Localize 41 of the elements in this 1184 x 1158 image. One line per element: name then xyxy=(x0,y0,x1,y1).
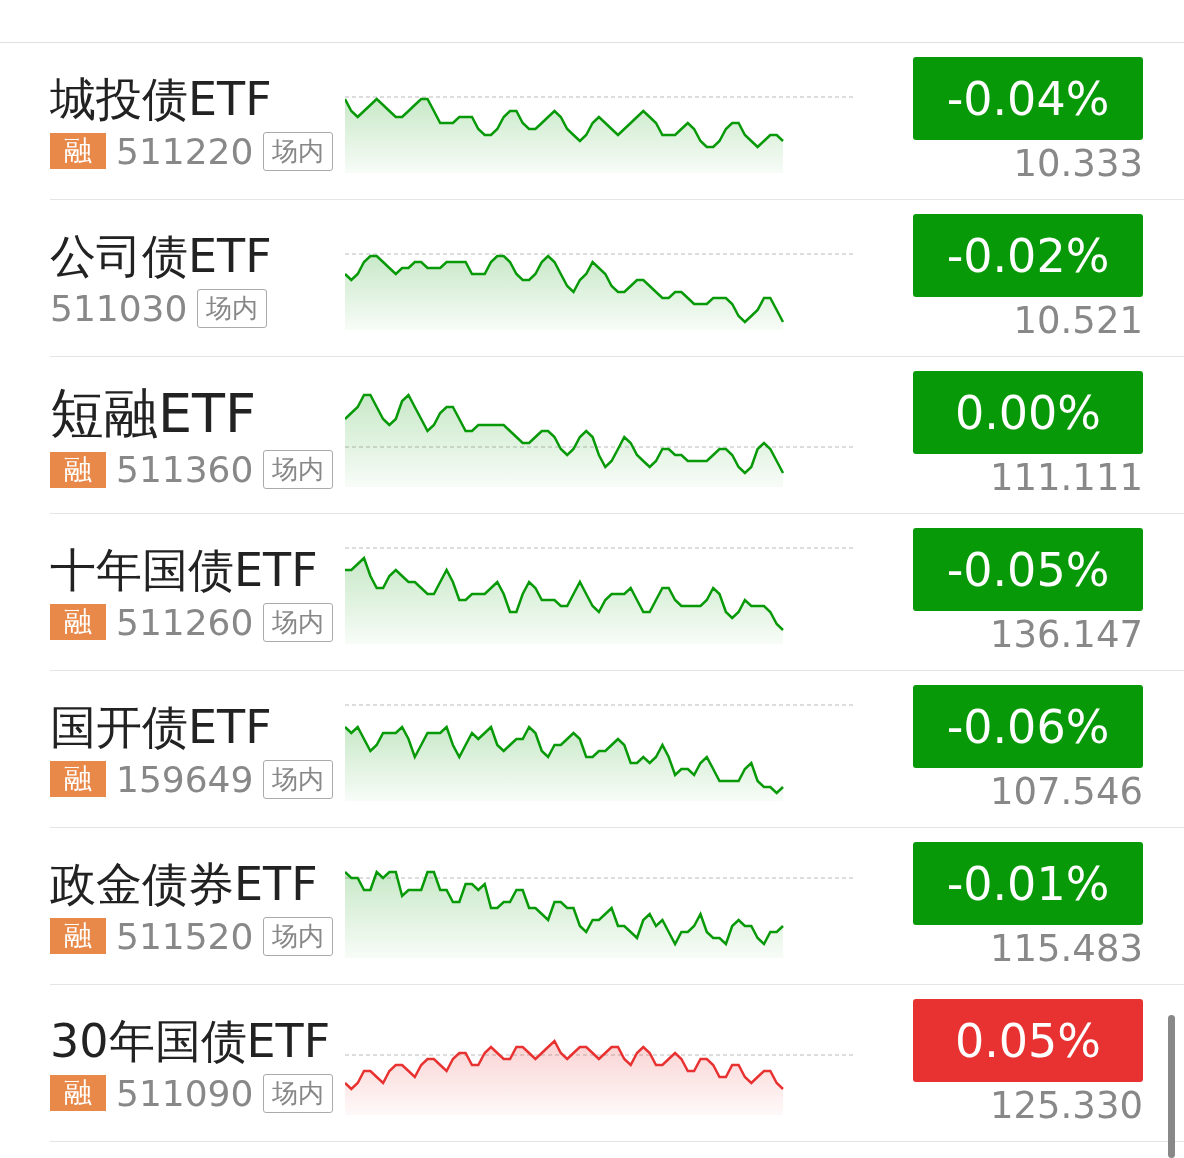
margin-badge: 融 xyxy=(50,451,106,488)
stock-code: 511260 xyxy=(116,601,254,643)
fund-name: 国开债ETF xyxy=(50,702,273,753)
price-text: 125.330 xyxy=(990,1084,1143,1127)
margin-badge: 融 xyxy=(50,133,106,170)
margin-badge: 融 xyxy=(50,604,106,641)
percent-change: 0.05% xyxy=(913,999,1143,1082)
market-tag: 场内 xyxy=(263,1073,334,1113)
market-tag: 场内 xyxy=(263,602,334,642)
stock-code: 511220 xyxy=(116,130,254,172)
percent-change: 0.00% xyxy=(913,371,1143,454)
fund-name: 公司债ETF xyxy=(50,231,273,282)
stock-code: 511090 xyxy=(116,1072,254,1114)
percent-change: -0.05% xyxy=(913,528,1143,611)
percent-change: -0.01% xyxy=(913,842,1143,925)
fund-name: 政金债券ETF xyxy=(50,859,319,910)
stock-code: 511360 xyxy=(116,449,254,491)
market-tag: 场内 xyxy=(263,131,334,171)
stock-code: 511030 xyxy=(50,287,188,329)
market-tag: 场内 xyxy=(263,450,334,490)
margin-badge: 融 xyxy=(50,761,106,798)
price-text: 136.147 xyxy=(990,613,1143,656)
percent-change: -0.06% xyxy=(913,685,1143,768)
fund-name: 十年国债ETF xyxy=(50,545,319,596)
percent-change: -0.04% xyxy=(913,57,1143,140)
market-tag: 场内 xyxy=(263,916,334,956)
fund-name: 城投债ETF xyxy=(50,74,273,125)
price-text: 115.483 xyxy=(990,927,1143,970)
price-text: 107.546 xyxy=(990,770,1143,813)
margin-badge: 融 xyxy=(50,918,106,955)
price-text: 10.333 xyxy=(1013,142,1143,185)
stock-code: 511520 xyxy=(116,915,254,957)
price-text: 111.111 xyxy=(990,456,1143,499)
fund-name: 短融ETF xyxy=(50,383,258,444)
percent-change: -0.02% xyxy=(913,214,1143,297)
fund-name: 30年国债ETF xyxy=(50,1016,332,1067)
margin-badge: 融 xyxy=(50,1075,106,1112)
market-tag: 场内 xyxy=(197,288,268,328)
market-tag: 场内 xyxy=(263,759,334,799)
stock-code: 159649 xyxy=(116,758,254,800)
price-text: 10.521 xyxy=(1013,299,1143,342)
